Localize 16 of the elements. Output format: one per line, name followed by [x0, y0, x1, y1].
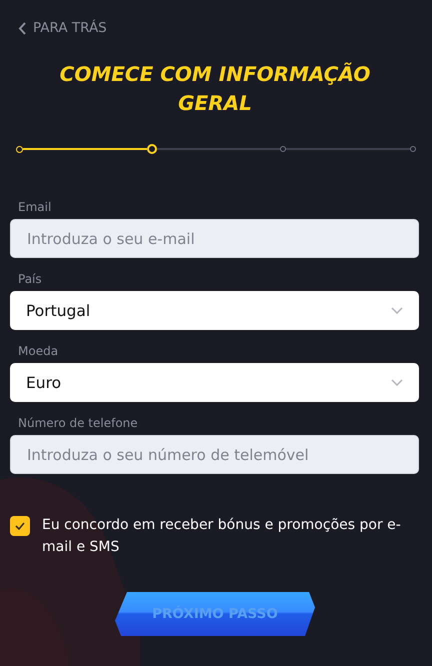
input-field[interactable]: Introduza o seu e-mail — [10, 219, 419, 258]
dropdown-field[interactable]: Portugal — [10, 291, 419, 330]
input-field[interactable]: Introduza o seu número de telemóvel — [10, 435, 419, 474]
page-title: COMECE COM INFORMAÇÃO GERAL — [58, 61, 372, 117]
chevron-left-icon — [18, 22, 27, 34]
chevron-down-icon — [391, 307, 403, 314]
chevron-down-icon — [391, 379, 403, 386]
field-label: Email — [18, 200, 52, 214]
checkbox[interactable] — [10, 516, 30, 536]
back-link[interactable]: PARA TRÁS — [18, 20, 107, 36]
field-label: Moeda — [18, 344, 60, 358]
check-icon — [15, 522, 25, 530]
field-label: País — [18, 272, 43, 286]
dropdown-field[interactable]: Euro — [10, 363, 419, 402]
consent-label: Eu concordo em receber bónus e promoções por e-mail e SMS — [42, 516, 402, 557]
field-label: Número de telefone — [18, 416, 139, 430]
